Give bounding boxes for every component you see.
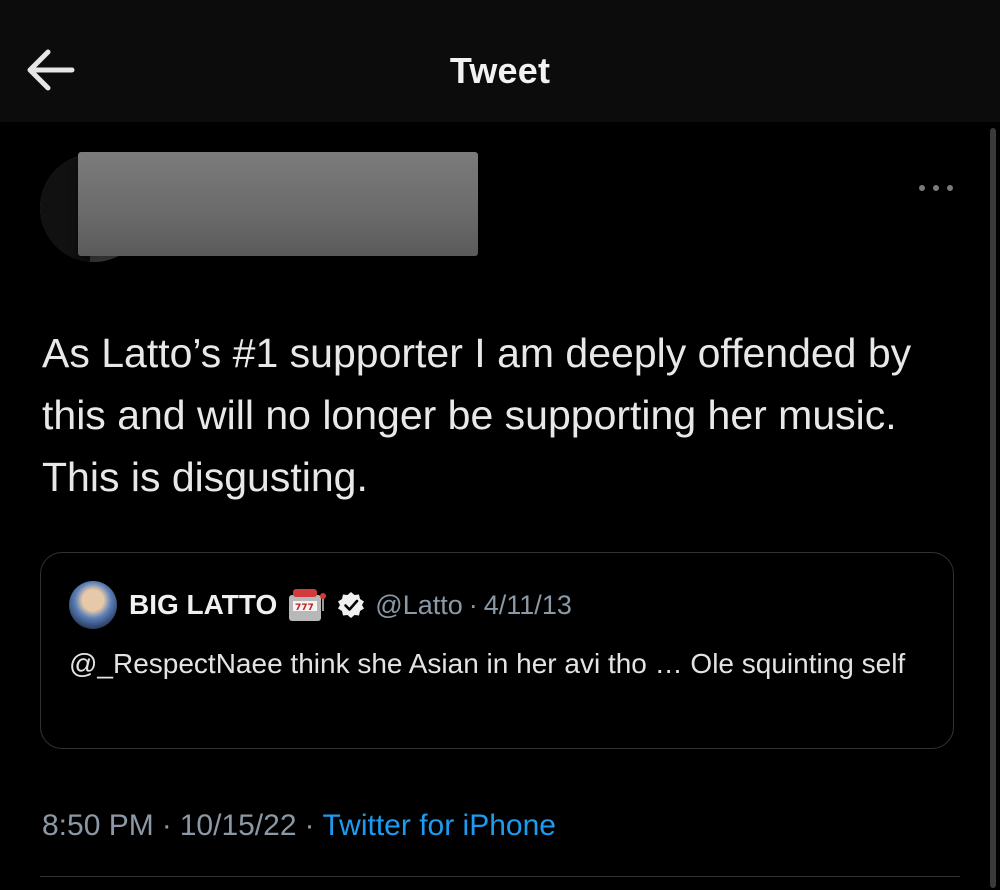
- quoted-tweet-text: @_RespectNaee think she Asian in her avi…: [69, 648, 906, 679]
- tweet-metadata: 8:50 PM · 10/15/22 · Twitter for iPhone: [42, 806, 556, 846]
- divider: [40, 876, 960, 877]
- quoted-tweet-date: 4/11/13: [483, 589, 572, 620]
- tweet-text: As Latto’s #1 supporter I am deeply offe…: [42, 330, 912, 500]
- tweet-date: 10/15/22: [179, 809, 297, 842]
- meta-separator: ·: [161, 809, 172, 842]
- quoted-tweet-card[interactable]: BIG LATTO 777 @Latto · 4/11/13 @_Respect…: [40, 552, 954, 749]
- more-horizontal-icon: [919, 185, 953, 191]
- quoted-author-handle: @Latto: [375, 589, 463, 620]
- more-options-button[interactable]: [916, 176, 956, 200]
- scrollbar[interactable]: [990, 128, 996, 888]
- top-bar: Tweet: [0, 0, 1000, 122]
- quoted-author-avatar: [69, 581, 117, 629]
- quoted-separator: ·: [468, 589, 478, 620]
- quoted-tweet-header: BIG LATTO 777 @Latto · 4/11/13: [129, 585, 572, 625]
- quoted-author-name: BIG LATTO: [129, 589, 278, 620]
- tweet-source-link[interactable]: Twitter for iPhone: [323, 809, 556, 843]
- slot-machine-icon: 777: [287, 587, 327, 623]
- redacted-author-name: [78, 152, 478, 256]
- tweet-time: 8:50 PM: [42, 809, 154, 842]
- verified-badge-icon: [337, 591, 365, 619]
- page-title: Tweet: [449, 50, 551, 91]
- svg-text:777: 777: [295, 603, 314, 613]
- meta-separator: ·: [304, 809, 315, 842]
